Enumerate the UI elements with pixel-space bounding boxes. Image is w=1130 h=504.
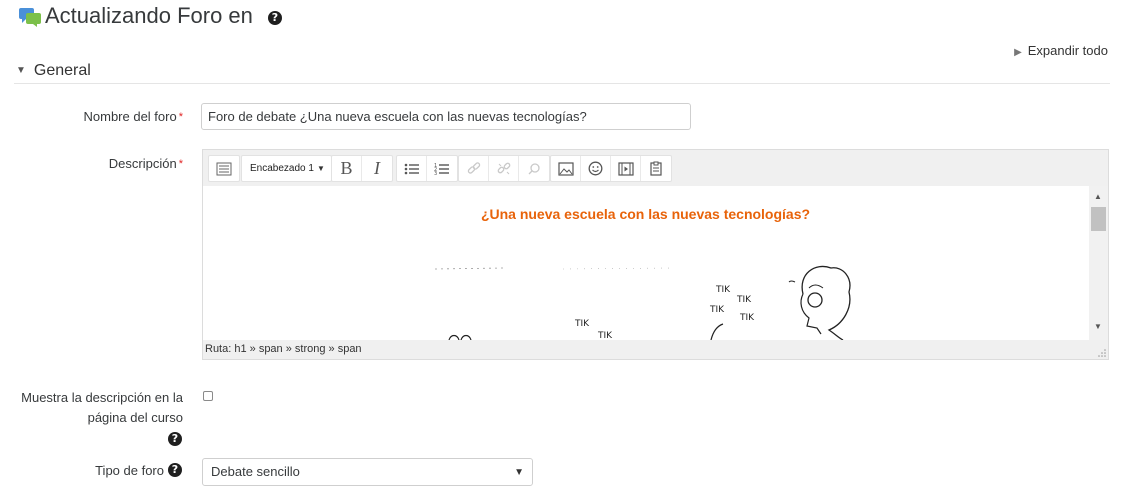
description-label: Descripción * bbox=[108, 156, 183, 171]
forum-icon bbox=[18, 6, 42, 28]
link-icon[interactable] bbox=[459, 156, 489, 181]
heading-select[interactable]: Encabezado 1 ▼ bbox=[242, 156, 331, 181]
forum-name-label: Nombre del foro * bbox=[83, 109, 184, 124]
paste-icon[interactable] bbox=[641, 156, 671, 181]
editor-toolbar: Encabezado 1 ▼ B I 123 bbox=[203, 150, 1108, 186]
question-circle-icon[interactable]: ? bbox=[268, 11, 282, 25]
editor-statusbar: Ruta: h1 » span » strong » span bbox=[203, 340, 1108, 359]
unordered-list-icon[interactable] bbox=[397, 156, 427, 181]
content-heading: ¿Una nueva escuela con las nuevas tecnol… bbox=[480, 206, 811, 222]
tik-label: TIK bbox=[739, 313, 755, 323]
required-icon: * bbox=[178, 111, 183, 123]
emoticon-icon[interactable] bbox=[581, 156, 611, 181]
section-divider bbox=[14, 83, 1110, 84]
media-icon[interactable] bbox=[611, 156, 641, 181]
italic-icon[interactable]: I bbox=[362, 156, 392, 181]
section-header-general[interactable]: ▼ General bbox=[16, 62, 91, 80]
tik-label: TIK bbox=[597, 331, 613, 340]
scroll-up-icon[interactable]: ▲ bbox=[1094, 192, 1102, 201]
anchor-icon[interactable] bbox=[519, 156, 549, 181]
forum-type-label: Tipo de foro bbox=[95, 463, 164, 478]
show-description-checkbox[interactable] bbox=[203, 391, 213, 401]
tik-label: TIK bbox=[709, 305, 725, 315]
image-icon[interactable] bbox=[551, 156, 581, 181]
cartoon-illustration: TIK TIK TIK TIK TIK TIK bbox=[434, 265, 851, 340]
page-title: Actualizando Foro en bbox=[45, 3, 253, 28]
expand-all-link[interactable]: ▶ Expandir todo bbox=[1014, 43, 1108, 58]
show-description-label: Muestra la descripción en la página del … bbox=[21, 390, 183, 425]
svg-text:3: 3 bbox=[434, 171, 437, 176]
toolbar-toggle-icon[interactable] bbox=[209, 156, 239, 181]
scroll-down-icon[interactable]: ▼ bbox=[1094, 322, 1102, 331]
question-circle-icon[interactable]: ? bbox=[168, 432, 182, 446]
element-path: Ruta: h1 » span » strong » span bbox=[205, 343, 362, 355]
editor-content-area[interactable]: ¿Una nueva escuela con las nuevas tecnol… bbox=[203, 186, 1108, 340]
section-title: General bbox=[33, 62, 91, 79]
question-circle-icon[interactable]: ? bbox=[168, 463, 182, 477]
unlink-icon[interactable] bbox=[489, 156, 519, 181]
required-icon: * bbox=[178, 158, 183, 170]
resize-grip-icon[interactable] bbox=[1096, 347, 1106, 357]
ordered-list-icon[interactable]: 123 bbox=[427, 156, 457, 181]
tik-label: TIK bbox=[736, 295, 752, 305]
forum-name-input[interactable] bbox=[201, 103, 691, 130]
vertical-scrollbar[interactable]: ▲ ▼ bbox=[1089, 186, 1108, 340]
caret-right-icon: ▶ bbox=[1014, 47, 1022, 58]
forum-type-select[interactable]: Debate sencillo ▼ bbox=[202, 458, 533, 486]
description-editor[interactable]: Encabezado 1 ▼ B I 123 ¿Una nueva escuel… bbox=[202, 149, 1109, 360]
chevron-down-icon: ▼ bbox=[514, 467, 524, 478]
bold-icon[interactable]: B bbox=[332, 156, 362, 181]
tik-label: TIK bbox=[574, 319, 590, 329]
caret-down-icon: ▼ bbox=[16, 65, 26, 76]
scroll-thumb[interactable] bbox=[1091, 207, 1106, 231]
chevron-down-icon: ▼ bbox=[316, 164, 325, 173]
tik-label: TIK bbox=[715, 285, 731, 295]
